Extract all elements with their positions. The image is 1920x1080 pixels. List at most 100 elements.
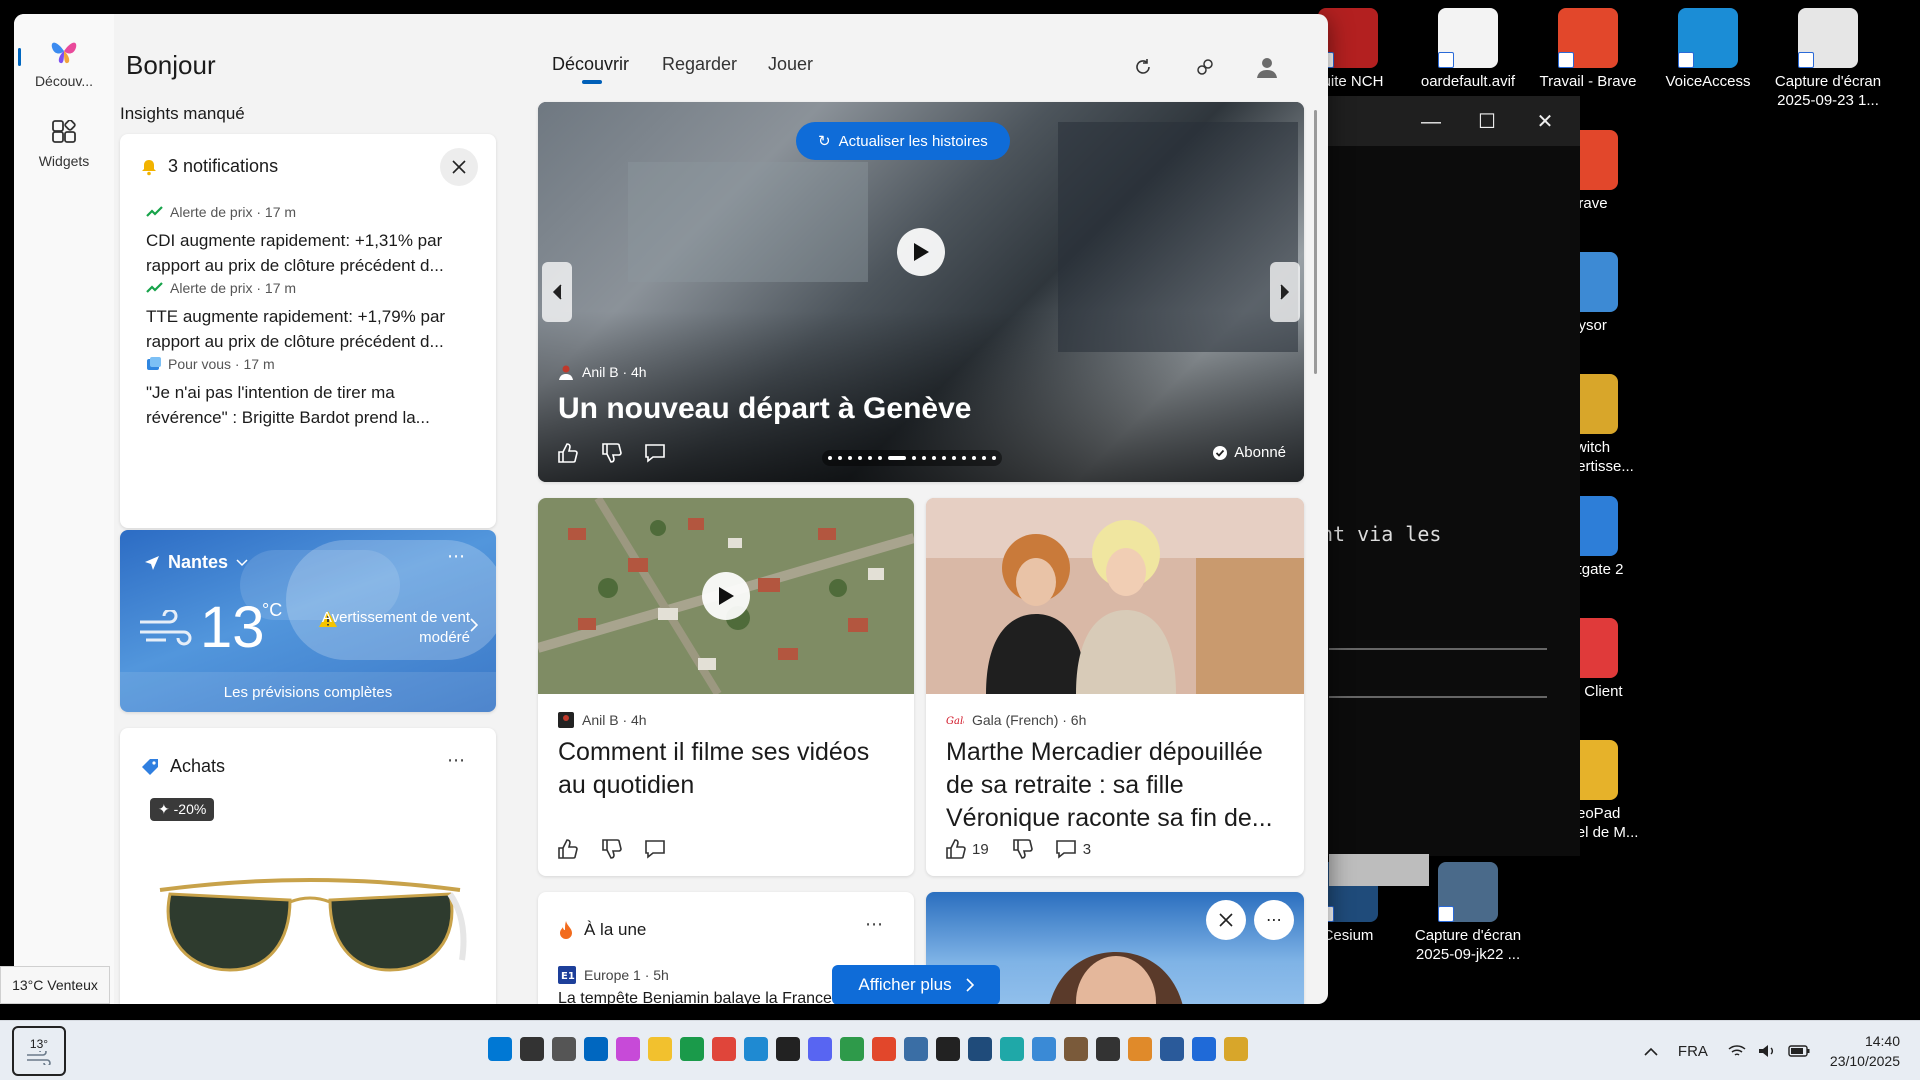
rail-item-discover[interactable]: Découv... bbox=[14, 34, 114, 89]
more-options-icon[interactable]: ⋯ bbox=[447, 546, 466, 567]
close-icon[interactable]: ✕ bbox=[1531, 108, 1559, 136]
language-indicator[interactable]: FRA bbox=[1678, 1043, 1708, 1060]
taskbar-app-icon[interactable] bbox=[872, 1037, 896, 1061]
slide-dot[interactable] bbox=[992, 456, 996, 460]
slide-dot[interactable] bbox=[962, 456, 966, 460]
rail-item-widgets[interactable]: Widgets bbox=[14, 119, 114, 169]
hero-story-card[interactable]: ↻ Actualiser les histoires Anil B · 4h U… bbox=[538, 102, 1304, 482]
taskbar-app-icon[interactable] bbox=[712, 1037, 736, 1061]
thumbs-down-icon[interactable] bbox=[600, 838, 622, 860]
taskbar-app-icon[interactable] bbox=[1192, 1037, 1216, 1061]
previous-slide-button[interactable] bbox=[542, 262, 572, 322]
refresh-stories-button[interactable]: ↻ Actualiser les histoires bbox=[796, 122, 1010, 160]
slide-dot[interactable] bbox=[912, 456, 916, 460]
slide-dot[interactable] bbox=[838, 456, 842, 460]
desktop-icon[interactable]: oardefault.avif bbox=[1410, 8, 1526, 91]
notifications-card[interactable]: 3 notifications Alerte de prix · 17 m CD… bbox=[120, 134, 496, 528]
refresh-button[interactable] bbox=[1124, 48, 1162, 86]
dismiss-card-button[interactable] bbox=[1206, 900, 1246, 940]
taskbar-app-icon[interactable] bbox=[1032, 1037, 1056, 1061]
taskbar-app-icon[interactable] bbox=[1224, 1037, 1248, 1061]
notification-item[interactable]: Pour vous · 17 m "Je n'ai pas l'intentio… bbox=[146, 356, 476, 430]
thumbs-up-icon[interactable] bbox=[556, 838, 578, 860]
taskbar-app-icon[interactable] bbox=[552, 1037, 576, 1061]
story-title[interactable]: Marthe Mercadier dépouillée de sa retrai… bbox=[946, 736, 1290, 835]
slide-dot[interactable] bbox=[922, 456, 926, 460]
desktop-icon[interactable]: VoiceAccess bbox=[1650, 8, 1766, 91]
taskbar-app-icon[interactable] bbox=[1128, 1037, 1152, 1061]
comment-icon[interactable] bbox=[644, 442, 666, 464]
tab-play[interactable]: Jouer bbox=[768, 54, 813, 75]
chevron-up-icon[interactable] bbox=[1644, 1046, 1658, 1056]
slide-dot[interactable] bbox=[982, 456, 986, 460]
story-title[interactable]: Comment il filme ses vidéos au quotidien bbox=[558, 736, 902, 802]
feed-scrollbar[interactable] bbox=[1314, 110, 1317, 374]
story-card[interactable]: Anil B · 4h Comment il filme ses vidéos … bbox=[538, 498, 914, 876]
taskbar-app-icon[interactable] bbox=[1000, 1037, 1024, 1061]
slide-dot[interactable] bbox=[878, 456, 882, 460]
widgets-settings-button[interactable] bbox=[1186, 48, 1224, 86]
more-options-icon[interactable]: ⋯ bbox=[865, 914, 884, 935]
taskbar-app-icon[interactable] bbox=[1064, 1037, 1088, 1061]
slide-dot[interactable] bbox=[848, 456, 852, 460]
clock[interactable]: 14:40 23/10/2025 bbox=[1830, 1031, 1900, 1071]
taskbar-app-icon[interactable] bbox=[1160, 1037, 1184, 1061]
start-button[interactable] bbox=[488, 1037, 512, 1061]
slide-dot[interactable] bbox=[952, 456, 956, 460]
full-forecast-link[interactable]: Les prévisions complètes bbox=[120, 672, 496, 712]
like-action[interactable]: 19 bbox=[944, 838, 989, 860]
next-slide-button[interactable] bbox=[1270, 262, 1300, 322]
comment-icon[interactable] bbox=[644, 838, 666, 860]
play-button[interactable] bbox=[702, 572, 750, 620]
thumbs-down-icon[interactable] bbox=[1011, 838, 1033, 860]
weather-card[interactable]: Nantes ⋯ 13 °C Avertissement de vent mod… bbox=[120, 530, 496, 712]
taskbar-app-icon[interactable] bbox=[584, 1037, 608, 1061]
desktop-icon[interactable]: Travail - Brave bbox=[1530, 8, 1646, 91]
notification-item[interactable]: Alerte de prix · 17 m TTE augmente rapid… bbox=[146, 280, 476, 354]
notification-item[interactable]: Alerte de prix · 17 m CDI augmente rapid… bbox=[146, 204, 476, 278]
maximize-icon[interactable]: ☐ bbox=[1473, 108, 1501, 136]
show-more-button[interactable]: Afficher plus bbox=[832, 965, 1000, 1004]
background-terminal-window[interactable]: — ☐ ✕ nt via les bbox=[1300, 96, 1580, 886]
more-options-button[interactable]: ⋯ bbox=[1254, 900, 1294, 940]
slide-dot[interactable] bbox=[858, 456, 862, 460]
taskbar-app-icon[interactable] bbox=[968, 1037, 992, 1061]
sunglasses-image[interactable] bbox=[150, 860, 470, 980]
weather-location[interactable]: Nantes bbox=[144, 552, 248, 573]
taskbar-app-icon[interactable] bbox=[808, 1037, 832, 1061]
close-notifications-button[interactable] bbox=[440, 148, 478, 186]
profile-button[interactable] bbox=[1248, 48, 1286, 86]
more-options-icon[interactable]: ⋯ bbox=[447, 750, 466, 771]
tab-discover[interactable]: Découvrir bbox=[552, 54, 629, 75]
shopping-card[interactable]: Achats ⋯ ✦ -20% bbox=[120, 728, 496, 1004]
thumbs-down-icon[interactable] bbox=[600, 442, 622, 464]
taskbar-app-icon[interactable] bbox=[616, 1037, 640, 1061]
slide-dot[interactable] bbox=[972, 456, 976, 460]
slide-dot[interactable] bbox=[888, 456, 906, 460]
taskbar-widgets-button[interactable]: 13° bbox=[12, 1026, 66, 1076]
terminal-titlebar[interactable]: — ☐ ✕ bbox=[1301, 96, 1580, 146]
taskbar-app-icon[interactable] bbox=[840, 1037, 864, 1061]
taskbar-app-icon[interactable] bbox=[936, 1037, 960, 1061]
slide-dot[interactable] bbox=[942, 456, 946, 460]
hero-title[interactable]: Un nouveau départ à Genève bbox=[558, 392, 971, 426]
slide-indicator[interactable] bbox=[822, 450, 1002, 466]
taskbar-app-icon[interactable] bbox=[776, 1037, 800, 1061]
minimize-icon[interactable]: — bbox=[1417, 108, 1445, 136]
story-card[interactable]: Gala Gala (French) · 6h Marthe Mercadier… bbox=[926, 498, 1304, 876]
weather-warning[interactable]: Avertissement de vent modéré bbox=[316, 608, 470, 648]
slide-dot[interactable] bbox=[828, 456, 832, 460]
thumbs-up-icon[interactable] bbox=[556, 442, 578, 464]
play-button[interactable] bbox=[897, 228, 945, 276]
comment-action[interactable]: 3 bbox=[1055, 838, 1091, 860]
taskbar-app-icon[interactable] bbox=[680, 1037, 704, 1061]
search-icon[interactable] bbox=[520, 1037, 544, 1061]
taskbar-app-icon[interactable] bbox=[648, 1037, 672, 1061]
taskbar-app-icon[interactable] bbox=[904, 1037, 928, 1061]
slide-dot[interactable] bbox=[932, 456, 936, 460]
headline-text[interactable]: La tempête Benjamin balaye la France : bbox=[558, 990, 841, 1004]
taskbar-app-icon[interactable] bbox=[744, 1037, 768, 1061]
desktop-icon[interactable]: Capture d'écran 2025-09-23 1... bbox=[1770, 8, 1886, 110]
tab-watch[interactable]: Regarder bbox=[662, 54, 737, 75]
status-icons[interactable] bbox=[1728, 1044, 1810, 1058]
